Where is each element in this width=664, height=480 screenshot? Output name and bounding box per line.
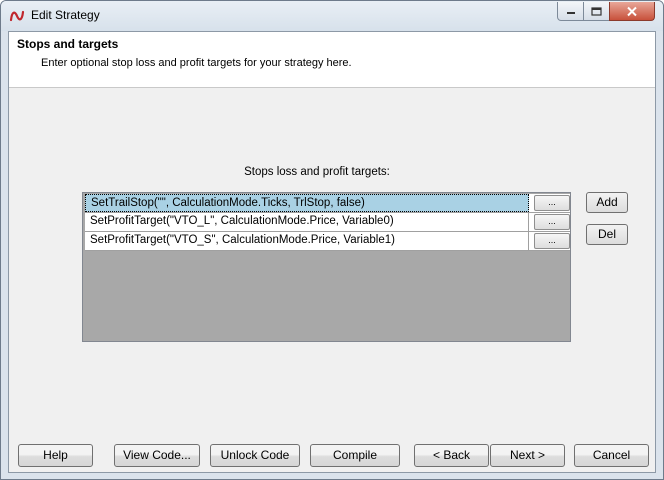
window-title: Edit Strategy — [31, 8, 100, 22]
wizard-header: Stops and targets Enter optional stop lo… — [9, 32, 655, 88]
edit-strategy-window: Edit Strategy Stops and targets Enter op… — [0, 0, 664, 480]
targets-list-label: Stops loss and profit targets: — [244, 166, 390, 178]
back-button[interactable]: < Back — [414, 444, 489, 467]
edit-row-button[interactable]: ... — [534, 214, 570, 230]
row-expression[interactable]: SetProfitTarget("VTO_S", CalculationMode… — [85, 232, 529, 250]
delete-button[interactable]: Del — [586, 224, 628, 245]
next-button[interactable]: Next > — [490, 444, 565, 467]
minimize-icon — [566, 12, 575, 14]
add-button[interactable]: Add — [586, 192, 628, 213]
view-code-button[interactable]: View Code... — [114, 444, 200, 467]
minimize-button[interactable] — [557, 2, 584, 21]
row-expression[interactable]: SetProfitTarget("VTO_L", CalculationMode… — [85, 213, 529, 231]
close-button[interactable] — [609, 2, 655, 21]
edit-row-button[interactable]: ... — [534, 195, 570, 211]
row-expression[interactable]: SetTrailStop("", CalculationMode.Ticks, … — [85, 194, 529, 212]
dialog-client-area: Stops and targets Enter optional stop lo… — [8, 31, 656, 473]
maximize-button[interactable] — [583, 2, 610, 21]
table-row[interactable]: SetProfitTarget("VTO_S", CalculationMode… — [85, 232, 570, 251]
app-logo-icon — [9, 10, 25, 22]
help-button[interactable]: Help — [18, 444, 93, 467]
title-bar[interactable]: Edit Strategy — [1, 1, 663, 31]
cancel-button[interactable]: Cancel — [574, 444, 649, 467]
targets-grid[interactable]: SetTrailStop("", CalculationMode.Ticks, … — [82, 192, 571, 342]
maximize-icon — [591, 6, 602, 16]
page-title: Stops and targets — [17, 37, 119, 51]
close-icon — [627, 6, 637, 16]
compile-button[interactable]: Compile — [310, 444, 400, 467]
unlock-code-button[interactable]: Unlock Code — [210, 444, 300, 467]
edit-row-button[interactable]: ... — [534, 233, 570, 249]
table-row[interactable]: SetTrailStop("", CalculationMode.Ticks, … — [85, 194, 570, 213]
table-row[interactable]: SetProfitTarget("VTO_L", CalculationMode… — [85, 213, 570, 232]
page-description: Enter optional stop loss and profit targ… — [41, 57, 352, 69]
